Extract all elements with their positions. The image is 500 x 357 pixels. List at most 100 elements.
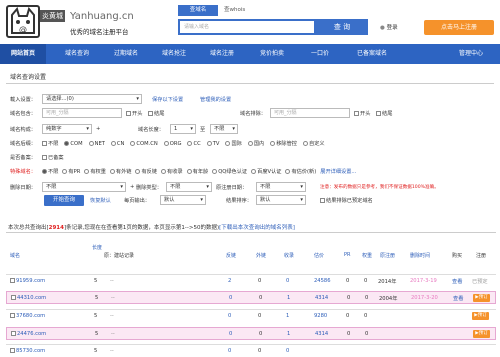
nav-management[interactable]: 管理中心 xyxy=(446,44,496,64)
table-row[interactable]: 85730.com 5 -- 0 0 0 xyxy=(6,344,496,357)
col-outlinks[interactable]: 外链 xyxy=(256,252,266,259)
special-option[interactable]: 有PR xyxy=(62,168,80,175)
row-checkbox[interactable] xyxy=(10,313,15,318)
tab-domain-search[interactable]: 查域名 xyxy=(178,5,218,16)
domain-link[interactable]: 24476.com xyxy=(17,331,46,337)
special-option[interactable]: 有外链 xyxy=(109,168,131,175)
nav-filed-domains[interactable]: 已备案域名 xyxy=(346,44,398,64)
cell-backlinks[interactable]: 0 xyxy=(228,348,231,354)
cell-valuation[interactable]: 4314 xyxy=(315,295,328,301)
search-input[interactable]: 请输入域名 xyxy=(178,19,316,35)
cell-buy[interactable]: 查看 xyxy=(452,278,462,285)
cell-backlinks[interactable]: 0 xyxy=(229,331,232,337)
search-button[interactable]: 查 询 xyxy=(316,19,368,35)
hide-locked-checkbox[interactable]: 结果排除已预定域名 xyxy=(320,197,373,204)
col-delete-date[interactable]: 删除时间 xyxy=(410,252,430,259)
row-checkbox[interactable] xyxy=(10,278,15,283)
download-list-link[interactable]: [下载出本次查询出的域名列表] xyxy=(219,225,295,231)
table-row[interactable]: 37680.com 5 -- 0 0 1 9280 0 0 ▶预订 xyxy=(6,309,496,322)
col-weight[interactable]: 权重 xyxy=(362,252,372,259)
special-option[interactable]: 有反链 xyxy=(135,168,157,175)
cell-backlinks[interactable]: 0 xyxy=(228,313,231,319)
col-indexed[interactable]: 收录 xyxy=(284,252,294,259)
special-option[interactable]: 有年龄 xyxy=(186,168,208,175)
table-row[interactable]: 24476.com 5 -- 0 0 1 4314 0 0 ▶预订 xyxy=(6,327,496,340)
plus-icon[interactable]: + xyxy=(130,184,134,190)
nav-fixed-price[interactable]: 一口价 xyxy=(298,44,342,64)
domain-link[interactable]: 37680.com xyxy=(16,313,45,319)
reserve-button[interactable]: ▶预订 xyxy=(473,294,490,302)
cell-backlinks[interactable]: 2 xyxy=(228,278,231,284)
per-page-select[interactable]: 默认 ▾ xyxy=(160,195,206,205)
col-valuation[interactable]: 估价 xyxy=(314,252,324,259)
restore-default-link[interactable]: 恢复默认 xyxy=(90,197,111,204)
length-to-select[interactable]: 不限 ▾ xyxy=(210,124,238,134)
col-domain[interactable]: 域名 xyxy=(10,252,20,259)
special-option[interactable]: 有收录 xyxy=(161,168,183,175)
table-row[interactable]: 44310.com 5 -- 0 0 1 4314 0 0 2004年 2017-3-20 查看 ▶预订 xyxy=(6,291,496,304)
row-checkbox[interactable] xyxy=(11,331,16,336)
cell-valuation[interactable]: 24586 xyxy=(314,278,331,284)
load-settings-select[interactable]: 请选择...(0) ▾ xyxy=(42,94,142,104)
suffix-option[interactable]: TV xyxy=(206,141,219,147)
special-option[interactable]: QQ绿色认证 xyxy=(212,168,247,175)
exclude-tail-checkbox[interactable]: 结尾 xyxy=(376,110,392,117)
drop-type-select[interactable]: 不限 ▾ xyxy=(166,182,212,192)
composition-select[interactable]: 纯数字 ▾ xyxy=(42,124,92,134)
exclude-head-checkbox[interactable]: 开头 xyxy=(354,110,370,117)
suffix-option[interactable]: ORG xyxy=(163,141,181,147)
tab-whois-search[interactable]: 查whois xyxy=(224,5,254,16)
cell-indexed[interactable]: 0 xyxy=(286,348,289,354)
registered-checkbox[interactable]: 已备案 xyxy=(42,154,64,161)
suffix-option[interactable]: NET xyxy=(88,141,105,147)
nav-registration[interactable]: 域名注册 xyxy=(200,44,244,64)
nav-backorder[interactable]: 域名抢注 xyxy=(152,44,196,64)
plus-icon[interactable]: + xyxy=(96,126,100,132)
nav-domain-query[interactable]: 域名查询 xyxy=(52,44,102,64)
logo-cat-icon[interactable]: @ xyxy=(6,5,40,38)
domain-exclude-input[interactable]: 可用_分隔 xyxy=(270,108,350,118)
domain-link[interactable]: 44310.com xyxy=(17,295,46,301)
suffix-option[interactable]: 自定义 xyxy=(303,140,325,147)
expand-more-link[interactable]: 展开详细设置... xyxy=(320,169,356,175)
special-option[interactable]: 有权重 xyxy=(84,168,106,175)
suffix-option[interactable]: CN xyxy=(110,141,124,147)
login-link[interactable]: ● 登录 xyxy=(380,23,398,31)
suffix-option[interactable]: COM xyxy=(64,141,83,147)
row-checkbox[interactable] xyxy=(10,348,15,353)
cell-indexed[interactable]: 1 xyxy=(287,331,290,337)
col-backlinks[interactable]: 反链 xyxy=(226,252,236,259)
domain-contains-input[interactable]: 可用_分隔 xyxy=(42,108,122,118)
cell-indexed[interactable]: 1 xyxy=(286,313,289,319)
reserve-button[interactable]: ▶预订 xyxy=(472,312,489,320)
suffix-option[interactable]: 不限 xyxy=(42,140,58,147)
sort-select[interactable]: 默认 ▾ xyxy=(256,195,306,205)
cell-indexed[interactable]: 0 xyxy=(286,278,289,284)
reserve-button[interactable]: ▶预订 xyxy=(473,330,490,338)
register-button[interactable]: 点击马上注册 xyxy=(424,20,494,35)
cell-valuation[interactable]: 9280 xyxy=(314,313,327,319)
start-query-button[interactable]: 开始查询 xyxy=(44,195,84,206)
suffix-option[interactable]: 移除管控 xyxy=(270,140,297,147)
nav-auction[interactable]: 竞价拍卖 xyxy=(250,44,294,64)
contains-tail-checkbox[interactable]: 结尾 xyxy=(148,110,164,117)
special-option[interactable]: 百度V认证 xyxy=(251,168,281,175)
row-checkbox[interactable] xyxy=(11,295,16,300)
suffix-option[interactable]: 国际 xyxy=(225,140,242,147)
table-row[interactable]: 91959.com 5 -- 2 0 0 24586 0 0 2014年 2017-3-19 查看 已预… xyxy=(6,274,496,287)
col-pr[interactable]: PR xyxy=(344,252,351,258)
domain-link[interactable]: 91959.com xyxy=(16,278,45,284)
col-reg-date[interactable]: 原注册 xyxy=(380,252,395,259)
delete-date-select[interactable]: 不限 ▾ xyxy=(42,182,126,192)
length-from-select[interactable]: 1 ▾ xyxy=(170,124,196,134)
contains-head-checkbox[interactable]: 开头 xyxy=(126,110,142,117)
nav-home[interactable]: 网站首页 xyxy=(0,44,46,64)
col-length[interactable]: 长度 xyxy=(92,244,102,251)
original-reg-select[interactable]: 不限 ▾ xyxy=(256,182,306,192)
cell-valuation[interactable]: 4314 xyxy=(315,331,328,337)
suffix-option[interactable]: CC xyxy=(187,141,201,147)
suffix-option[interactable]: 国内 xyxy=(247,140,264,147)
cell-buy[interactable]: 查看 xyxy=(453,295,463,302)
save-settings-link[interactable]: 保存以下设置 xyxy=(152,96,183,103)
cell-backlinks[interactable]: 0 xyxy=(229,295,232,301)
